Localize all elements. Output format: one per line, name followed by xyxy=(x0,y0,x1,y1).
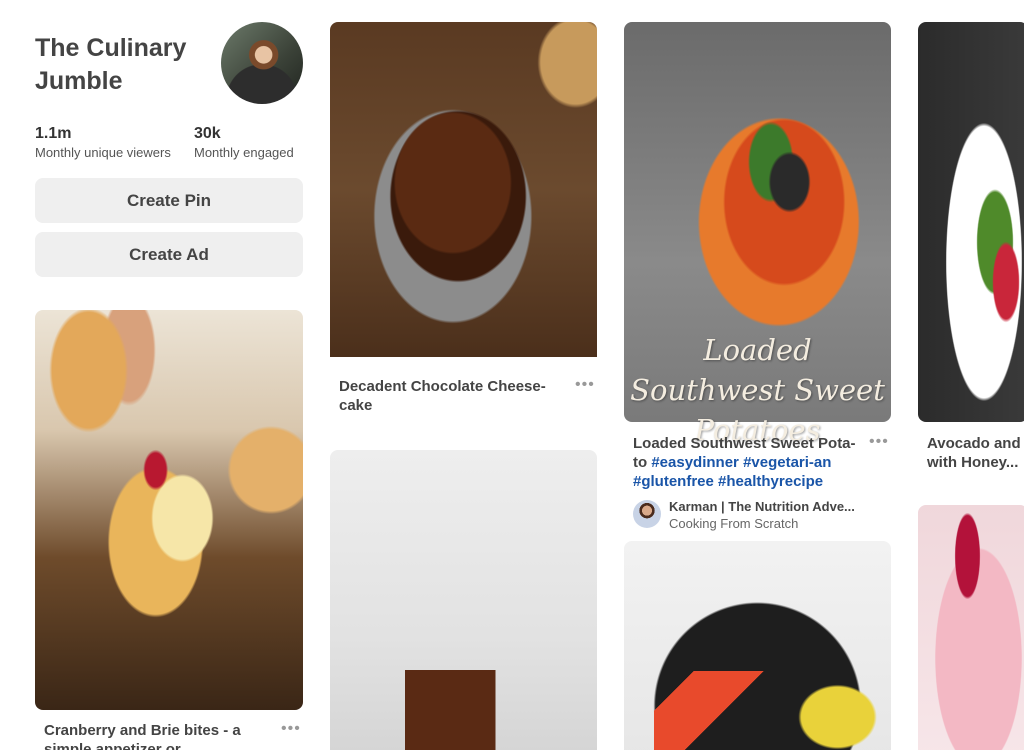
more-dots-icon[interactable]: ••• xyxy=(575,377,595,393)
hashtag-link[interactable]: #healthyrecipe xyxy=(718,473,823,490)
more-dots-icon[interactable]: ••• xyxy=(869,434,889,450)
stat-value: 30k xyxy=(194,125,221,142)
pin-title-sweet-potatoes[interactable]: Loaded Southwest Sweet Pota-to #easydinn… xyxy=(633,434,863,491)
pin-image-sweet-potatoes[interactable] xyxy=(624,22,891,422)
more-dots-icon[interactable]: ••• xyxy=(281,721,301,737)
pinner-name[interactable]: Karman | The Nutrition Adve... xyxy=(669,499,855,514)
pinner-board[interactable]: Cooking From Scratch xyxy=(669,516,798,531)
profile-avatar[interactable] xyxy=(221,22,303,104)
hashtag-link[interactable]: #easydinner xyxy=(651,454,739,471)
pin-image-fudge[interactable] xyxy=(330,450,597,750)
pin-image-cranberry-brie[interactable] xyxy=(35,310,303,710)
stat-label: Monthly unique viewers xyxy=(35,145,171,160)
pin-title-avocado-salad[interactable]: Avocado and S with Honey... xyxy=(927,434,1024,472)
pin-title-cranberry-brie[interactable]: Cranberry and Brie bites - a simple appe… xyxy=(44,721,274,750)
profile-name[interactable]: The Culinary Jumble xyxy=(35,32,205,98)
stat-monthly-engaged: 30k Monthly engaged xyxy=(194,125,294,160)
stat-monthly-viewers: 1.1m Monthly unique viewers xyxy=(35,125,171,160)
pin-image-chocolate-cheesecake[interactable] xyxy=(330,22,597,357)
stat-label: Monthly engaged xyxy=(194,145,294,160)
pin-image-meringue[interactable] xyxy=(918,505,1024,750)
hashtag-link[interactable]: #glutenfree xyxy=(633,473,714,490)
pin-title-chocolate-cheesecake[interactable]: Decadent Chocolate Cheese-cake xyxy=(339,377,549,415)
stat-value: 1.1m xyxy=(35,125,72,142)
create-ad-button[interactable]: Create Ad xyxy=(35,232,303,277)
hashtag-link[interactable]: #vegetari-an xyxy=(743,454,831,471)
pinner-avatar[interactable] xyxy=(633,500,661,528)
create-pin-button[interactable]: Create Pin xyxy=(35,178,303,223)
pin-image-skillet-cake[interactable] xyxy=(624,541,891,750)
pin-image-avocado-salad[interactable] xyxy=(918,22,1024,422)
